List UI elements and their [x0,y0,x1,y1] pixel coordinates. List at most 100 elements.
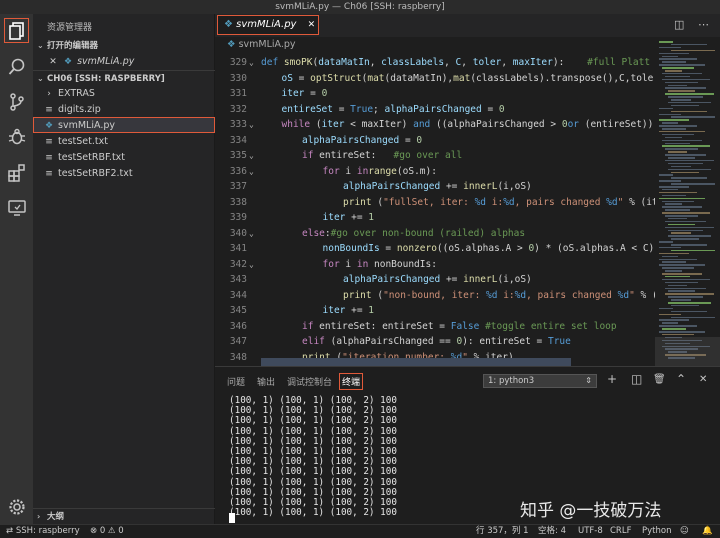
workspace-header[interactable]: ⌄ CH06 [SSH: RASPBERRY] [33,70,215,86]
more-actions-icon[interactable]: ⋯ [698,18,709,31]
outline-header[interactable]: › 大纲 [33,508,215,524]
tab-problems[interactable]: 问题 [227,375,245,388]
minimap-line [662,273,702,275]
manage-button[interactable] [4,494,29,519]
code-line[interactable]: 332 entireSet = True; alphaPairsChanged =… [215,102,655,118]
plus-icon[interactable]: + [607,372,617,386]
chevron-up-icon[interactable]: ⌃ [676,372,686,386]
editor-tab-svmmlia[interactable]: ❖ svmMLiA.py ✕ [217,15,319,35]
code-line[interactable]: 334 alphaPairsChanged = 0 [215,133,655,149]
breadcrumb[interactable]: ❖ svmMLiA.py [215,37,655,53]
explorer-button[interactable] [4,18,29,43]
code-token: if [302,150,314,161]
extensions-button[interactable] [4,160,29,185]
cursor-position[interactable]: 行 357，列 1 [476,525,529,538]
code-token: %d [503,196,515,208]
close-icon[interactable]: ✕ [308,20,316,30]
code-token: ( [371,289,384,301]
code-line[interactable]: 340 ⌄ else:#go over non-bound (railed) alp… [215,226,655,242]
code-token: alphaPairsChanged [384,103,482,115]
minimap-line [659,174,673,176]
code-token: range [368,165,397,177]
gear-icon [8,498,25,515]
minimap-line [668,101,711,104]
search-button[interactable] [4,54,29,79]
code-token: (i,oS) [497,181,532,192]
tree-item-testset[interactable]: ≡ testSet.txt [33,134,215,150]
code-line[interactable]: 337 alphaPairsChanged += innerL(i,oS) [215,179,655,195]
code-line[interactable]: 344 print ("non-bound, iter: %d i:%d, pai… [215,288,655,304]
code-line[interactable]: 346 if entireSet: entireSet = False #togg… [215,319,655,335]
fold-chevron-icon[interactable]: ⌄ [249,226,254,242]
code-line[interactable]: 343 alphaPairsChanged += innerL(i,oS) [215,272,655,288]
fold-chevron-icon[interactable]: ⌄ [249,55,254,71]
notifications-icon[interactable]: 🔔 [702,525,713,538]
source-control-button[interactable] [4,89,29,114]
problems-indicator[interactable]: ⊗ 0 ⚠ 0 [90,525,124,538]
code-line[interactable]: 330 oS = optStruct(mat(dataMatIn),mat(cla… [215,71,655,87]
debug-button[interactable] [4,124,29,149]
code-text: if entireSet: entireSet = False #toggle … [302,319,617,335]
minimap-line [659,125,697,127]
close-icon[interactable]: ✕ [47,54,59,70]
tree-item-extras[interactable]: › EXTRAS [33,86,215,102]
fold-chevron-icon[interactable]: ⌄ [249,148,254,164]
line-number: 346 [229,320,247,332]
minimap-viewport[interactable] [655,337,720,366]
tree-item-testsetrbf[interactable]: ≡ testSetRBF.txt [33,150,215,166]
horizontal-scrollbar[interactable] [261,358,571,366]
source-control-icon [9,92,24,111]
trash-icon[interactable]: 🗑 [653,374,666,385]
code-line[interactable]: 345 iter += 1 [215,303,655,319]
minimap-line [659,325,697,327]
code-line[interactable]: 335 ⌄ if entireSet: #go over all [215,148,655,164]
terminal-select[interactable]: 1: python3 ⇕ [483,374,597,388]
tree-item-svmmlia[interactable]: ❖ svmMLiA.py [33,117,215,133]
encoding[interactable]: UTF-8 [578,525,603,538]
line-number: 329 [229,57,247,68]
code-line[interactable]: 329 ⌄ def smoPK(dataMatIn, classLabels, C,… [215,55,655,71]
tree-item-digits-zip[interactable]: ≡ digits.zip [33,102,215,118]
code-token: ) * (oS.alphas.A < C))[ [534,243,655,254]
text-file-icon: ≡ [45,169,53,179]
zip-file-icon: ≡ [45,105,53,115]
feedback-icon[interactable]: ☺ [680,525,689,538]
line-number: 336 [229,165,247,177]
indent-spaces[interactable]: 空格: 4 [538,525,566,538]
split-icon[interactable]: ◫ [631,372,642,386]
minimap-line [671,99,692,101]
code-line[interactable]: 331 iter = 0 [215,86,655,102]
open-editors-header[interactable]: ⌄ 打开的编辑器 [33,38,215,54]
code-token: 0 [498,103,505,115]
tab-terminal[interactable]: 终端 [339,373,364,390]
code-line[interactable]: 336 ⌄ for i inrange(oS.m): [215,164,655,180]
code-token: (entireSet)): [579,119,655,130]
code-token: += [440,274,464,285]
close-icon[interactable]: ✕ [699,374,707,385]
minimap-line [668,90,695,92]
minimap-line [662,328,686,330]
fold-chevron-icon[interactable]: ⌄ [249,164,254,180]
code-line[interactable]: 341 nonBoundIs = nonzero((oS.alphas.A > 0… [215,241,655,257]
language-mode[interactable]: Python [642,525,671,538]
code-line[interactable]: 339 iter += 1 [215,210,655,226]
fold-chevron-icon[interactable]: ⌄ [249,117,254,133]
code-line[interactable]: 333 ⌄ while (iter < maxIter) and ((alphaPa… [215,117,655,133]
code-editor[interactable]: 329 ⌄ def smoPK(dataMatIn, classLabels, C,… [215,53,655,366]
remote-indicator[interactable]: ⇄ SSH: raspberry [6,525,80,538]
line-ending[interactable]: CRLF [610,525,631,538]
tree-item-testsetrbf2[interactable]: ≡ testSetRBF2.txt [33,166,215,182]
minimap-line [659,41,673,43]
remote-explorer-button[interactable] [4,195,29,220]
split-editor-icon[interactable]: ◫ [674,18,684,31]
fold-chevron-icon[interactable]: ⌄ [249,257,254,273]
minimap-line [665,148,699,150]
minimap[interactable] [655,37,720,366]
tab-output[interactable]: 输出 [257,375,275,388]
code-token: ( [371,196,384,208]
code-line[interactable]: 342 ⌄ for i in nonBoundIs: [215,257,655,273]
code-line[interactable]: 347 elif (alphaPairsChanged == 0): entire… [215,334,655,350]
open-editor-item[interactable]: ✕ ❖ svmMLiA.py [33,54,215,70]
code-line[interactable]: 338 print ("fullSet, iter: %d i:%d, pairs… [215,195,655,211]
tab-debug-console[interactable]: 调试控制台 [287,375,332,388]
